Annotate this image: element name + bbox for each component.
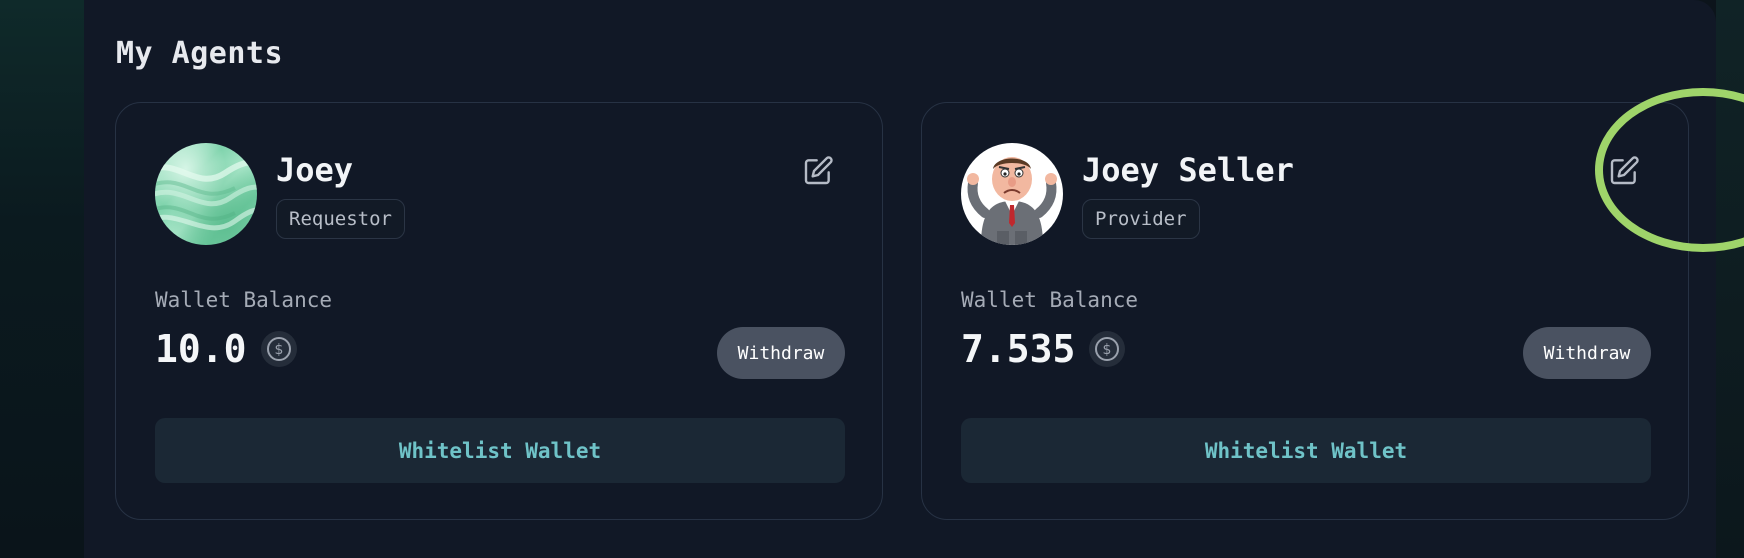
role-label: Provider <box>1095 208 1187 230</box>
wallet-balance-label: Wallet Balance <box>961 288 1139 312</box>
section-title: My Agents <box>116 36 284 71</box>
role-badge: Provider <box>1082 199 1200 239</box>
edit-icon <box>1610 156 1639 185</box>
agent-avatar <box>155 143 257 245</box>
balance-row: 10.0 $ <box>155 327 297 371</box>
role-badge: Requestor <box>276 199 405 239</box>
agent-name: Joey <box>276 151 354 189</box>
background-right <box>1716 0 1744 558</box>
withdraw-button[interactable]: Withdraw <box>717 327 845 379</box>
wallet-balance-label: Wallet Balance <box>155 288 333 312</box>
agent-name: Joey Seller <box>1082 151 1294 189</box>
agent-card-joey: Joey Requestor Wallet Balance 10.0 $ Wit… <box>115 102 883 520</box>
usdc-icon: $ <box>260 331 297 367</box>
svg-text:$: $ <box>1103 342 1112 358</box>
wallet-balance-value: 10.0 <box>155 327 247 371</box>
edit-icon <box>804 156 833 185</box>
background-left <box>0 0 84 558</box>
whitelist-wallet-button[interactable]: Whitelist Wallet <box>155 418 845 483</box>
agent-card-joey-seller: Joey Seller Provider Wallet Balance 7.53… <box>921 102 1689 520</box>
wallet-balance-value: 7.535 <box>961 327 1076 371</box>
agents-panel: My Agents Joey Requestor Wallet Balance … <box>84 0 1744 558</box>
withdraw-button[interactable]: Withdraw <box>1523 327 1651 379</box>
whitelist-wallet-button[interactable]: Whitelist Wallet <box>961 418 1651 483</box>
role-label: Requestor <box>289 208 392 230</box>
balance-row: 7.535 $ <box>961 327 1126 371</box>
edit-agent-button[interactable] <box>798 151 838 191</box>
agent-avatar <box>961 143 1063 245</box>
usdc-icon: $ <box>1089 331 1126 367</box>
edit-agent-button[interactable] <box>1604 151 1644 191</box>
svg-text:$: $ <box>274 342 283 358</box>
